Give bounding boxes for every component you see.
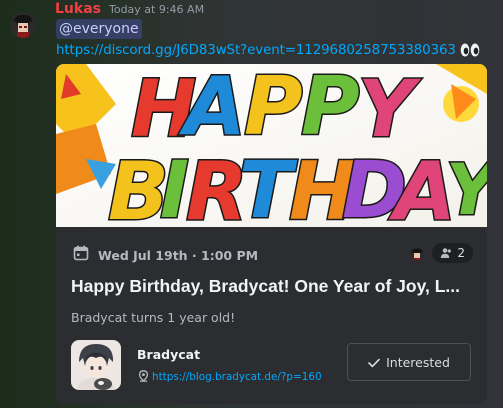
checkmark-icon <box>368 353 380 372</box>
banner-letter-p1: P <box>244 64 303 153</box>
event-invite-link[interactable]: https://discord.gg/J6D83wSt?event=112968… <box>56 43 456 58</box>
interested-user-avatar <box>410 246 425 260</box>
banner-letter-p2: P <box>301 64 360 153</box>
author-username[interactable]: Lukas <box>55 1 101 17</box>
banner-letter-a: A <box>178 64 246 153</box>
interested-button[interactable]: Interested <box>347 343 471 381</box>
chat-message: Lukas Today at 9:46 AM @everyone https:/… <box>0 0 503 408</box>
banner-letter-i: I <box>160 146 189 227</box>
event-details: Wed Jul 19th · 1:00 PM 2 Happy Birthday,… <box>56 227 487 404</box>
event-card[interactable]: H A P P Y B I R T H D A Y <box>56 64 487 404</box>
everyone-mention[interactable]: @everyone <box>56 19 142 39</box>
people-icon <box>440 244 452 263</box>
host-avatar[interactable] <box>71 340 121 390</box>
author-avatar[interactable] <box>10 12 36 38</box>
interested-users[interactable]: 2 <box>410 243 473 263</box>
location-link[interactable]: https://blog.bradycat.de/?p=160 <box>152 371 322 383</box>
banner-letter-y2: Y <box>446 149 487 227</box>
calendar-icon <box>73 245 89 265</box>
interested-button-label: Interested <box>386 354 450 370</box>
interested-count: 2 <box>457 246 465 260</box>
event-banner-image: H A P P Y B I R T H D A Y <box>56 64 487 240</box>
host-name[interactable]: Bradycat <box>137 347 200 362</box>
event-description: Bradycat turns 1 year old! <box>71 310 236 325</box>
message-timestamp[interactable]: Today at 9:46 AM <box>109 3 204 16</box>
event-date: Wed Jul 19th · 1:00 PM <box>98 247 259 263</box>
event-date-row: Wed Jul 19th · 1:00 PM <box>73 245 258 265</box>
event-location: https://blog.bradycat.de/?p=160 <box>138 367 322 386</box>
banner-letter-y1: Y <box>358 65 422 155</box>
message-header: Lukas Today at 9:46 AM <box>55 1 204 17</box>
event-title[interactable]: Happy Birthday, Bradycat! One Year of Jo… <box>71 276 471 297</box>
interested-count-pill[interactable]: 2 <box>432 243 473 263</box>
message-content: https://discord.gg/J6D83wSt?event=112968… <box>56 42 480 58</box>
eyes-emoji-icon[interactable] <box>460 42 480 58</box>
location-pin-icon <box>138 367 149 386</box>
